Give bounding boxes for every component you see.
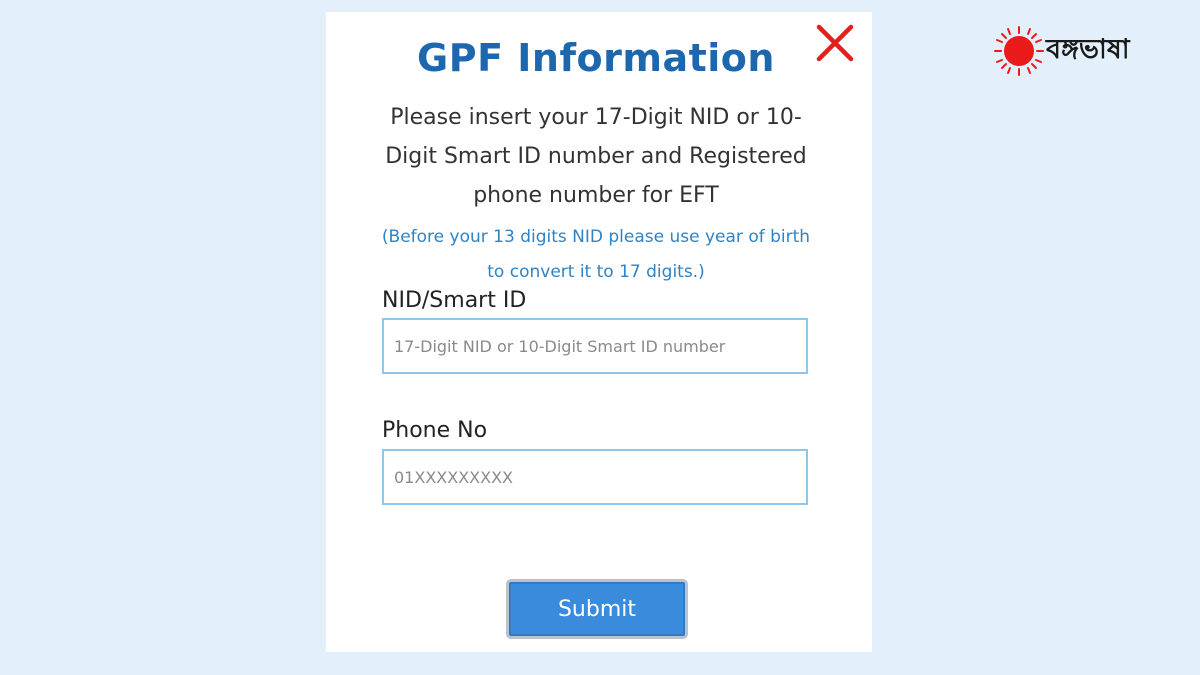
phone-field-label: Phone No [382, 418, 488, 443]
nid-conversion-note: (Before your 13 digits NID please use ye… [381, 227, 811, 282]
phone-input[interactable] [382, 449, 808, 505]
submit-button[interactable]: Submit [506, 579, 688, 639]
brand-name: বঙ্গভাষা [1046, 33, 1130, 65]
red-sun-icon [994, 26, 1044, 76]
nid-input[interactable] [382, 318, 808, 374]
dialog-title: GPF Information [417, 36, 775, 80]
instructions-text: Please insert your 17-Digit NID or 10-Di… [385, 105, 807, 208]
close-x-icon [816, 24, 854, 62]
close-button[interactable] [814, 22, 856, 64]
nid-field-label: NID/Smart ID [382, 288, 527, 313]
gpf-information-dialog: GPF Information Please insert your 17-Di… [326, 12, 872, 652]
brand-logo: বঙ্গভাষা [994, 26, 1194, 76]
